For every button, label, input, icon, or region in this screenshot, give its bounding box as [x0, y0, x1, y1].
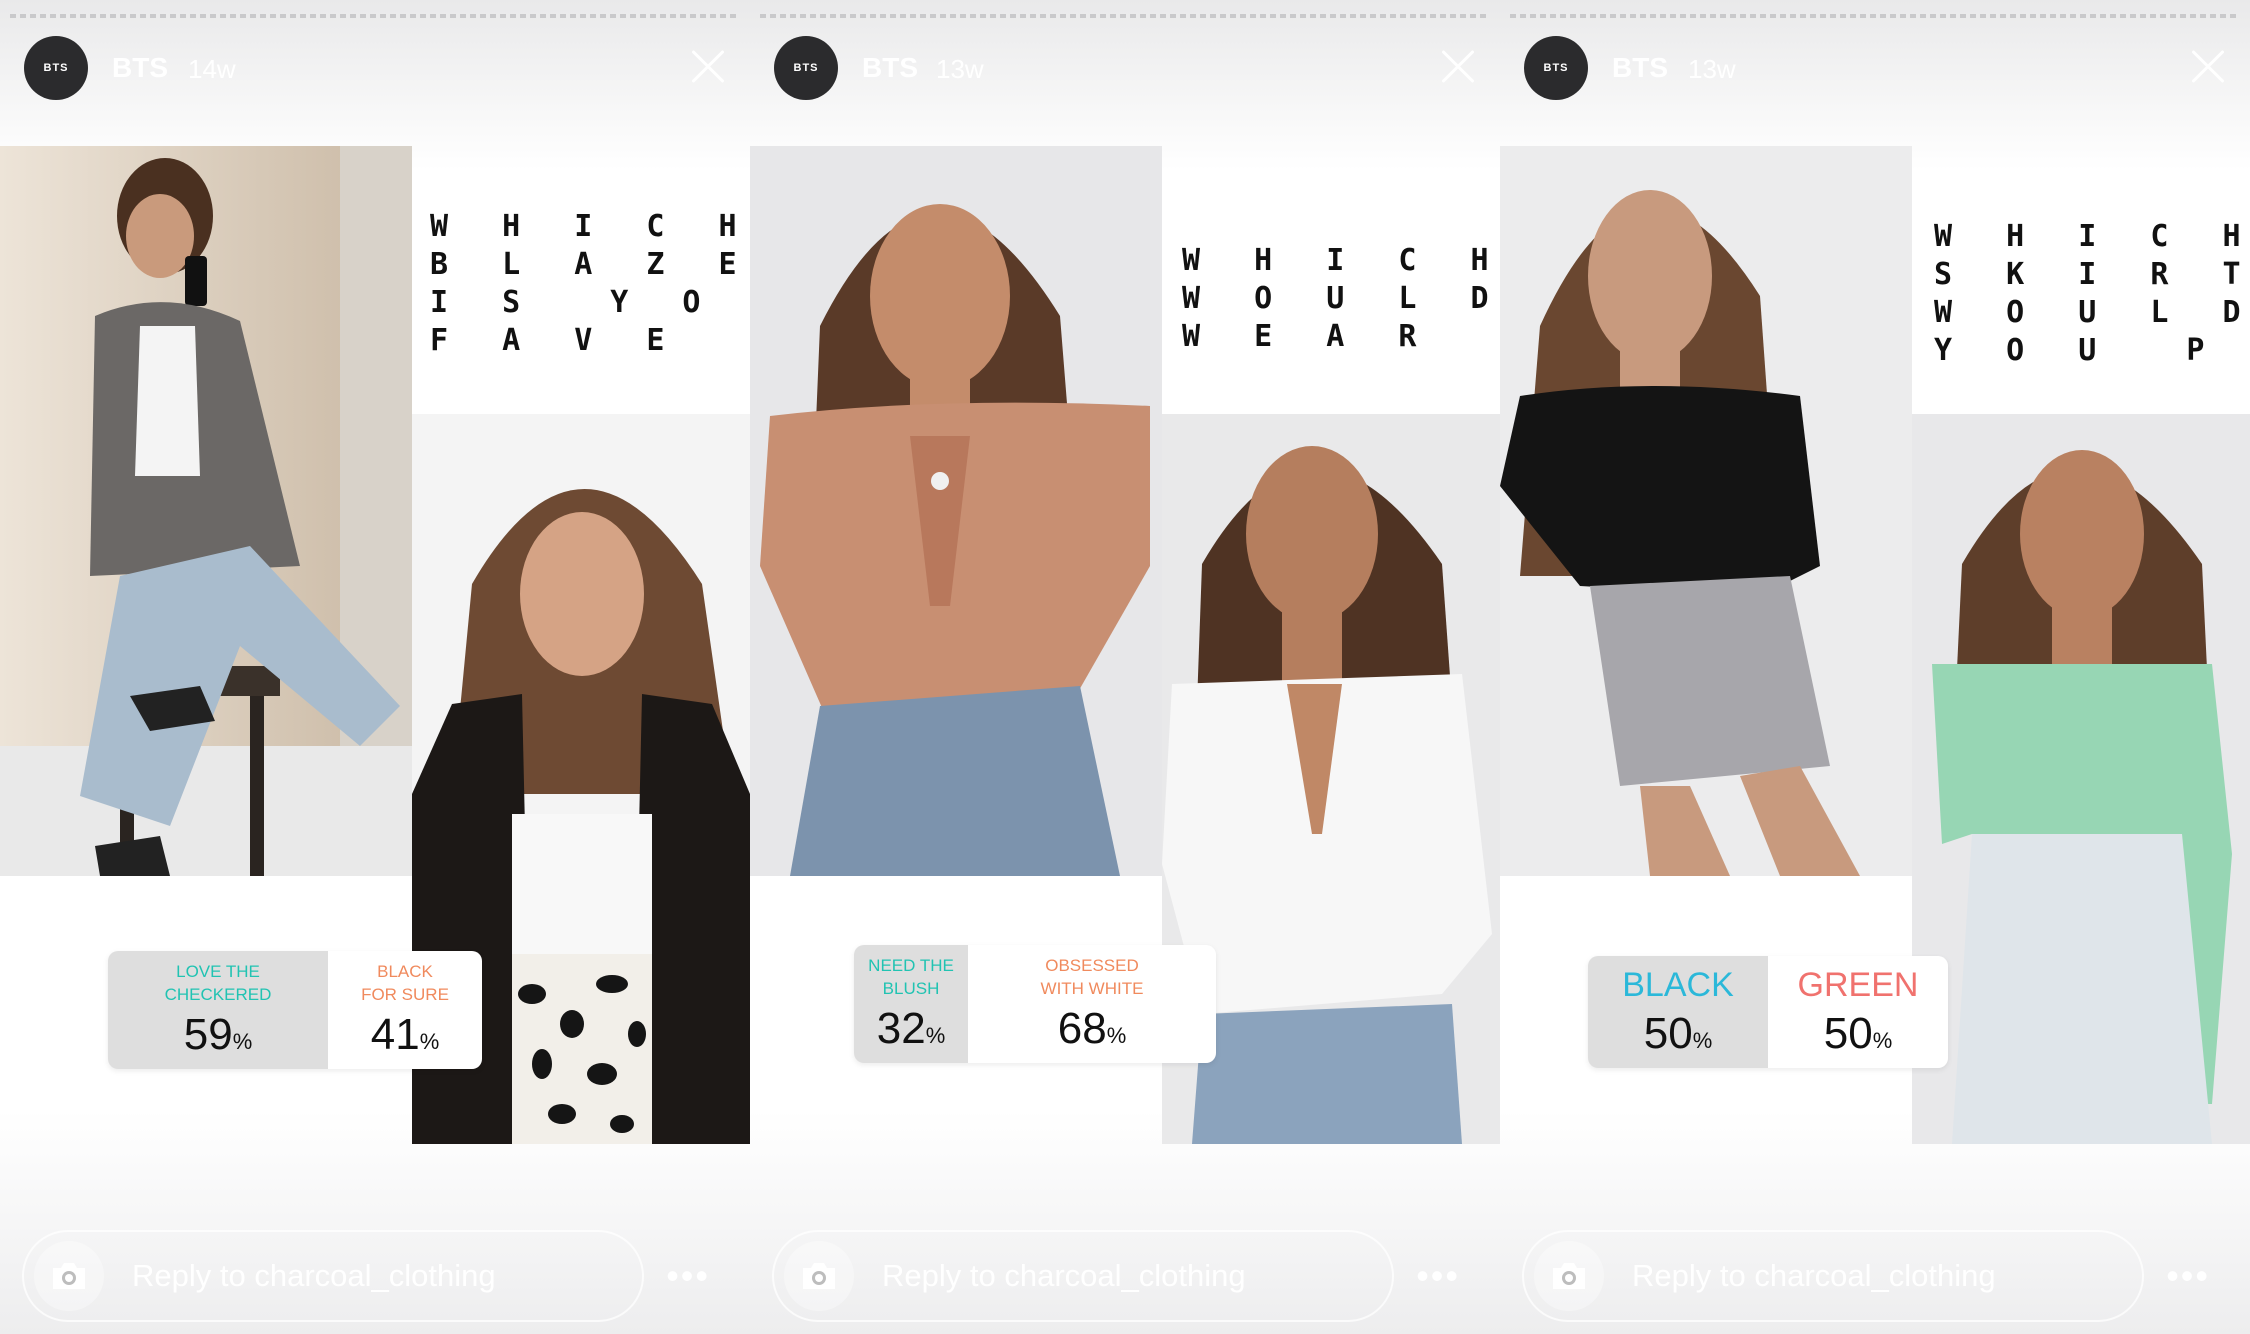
photo-checkered-blazer	[0, 146, 412, 876]
reply-field[interactable]: Reply to charcoal_clothing	[772, 1230, 1394, 1322]
username[interactable]: BTS	[862, 52, 918, 84]
poll-sticker[interactable]: NEED THE BLUSH 32% OBSESSED WITH WHITE 6…	[854, 945, 1216, 1063]
poll-option-1[interactable]: BLACK 50%	[1588, 956, 1768, 1068]
photo-black-skirt-outfit	[1500, 146, 1912, 876]
camera-icon[interactable]	[34, 1241, 104, 1311]
close-icon[interactable]	[1436, 44, 1480, 88]
more-options-icon[interactable]: •••	[666, 1255, 710, 1297]
photo-green-top-outfit	[1912, 414, 2250, 1144]
avatar[interactable]: BTS	[1524, 36, 1588, 100]
more-options-icon[interactable]: •••	[2166, 1255, 2210, 1297]
poll-option-percent: 68%	[1057, 1004, 1127, 1053]
poll-option-label: BLACK FOR SURE	[361, 962, 449, 1004]
story-panel-3[interactable]: W H I C H S K I R T W O U L D Y O U P I …	[1500, 0, 2250, 1334]
poll-sticker[interactable]: LOVE THE CHECKERED 59% BLACK FOR SURE 41…	[108, 951, 482, 1069]
poll-question: W H I C H B L A Z E R I S Y O U R F A V …	[430, 209, 750, 358]
story-age: 13w	[936, 54, 984, 84]
reply-placeholder: Reply to charcoal_clothing	[1632, 1258, 1996, 1293]
poll-option-percent: 59%	[183, 1010, 253, 1059]
camera-icon[interactable]	[1534, 1241, 1604, 1311]
poll-option-label: GREEN	[1797, 966, 1919, 1004]
poll-option-label: BLACK	[1622, 966, 1734, 1004]
close-icon[interactable]	[2186, 44, 2230, 88]
poll-option-percent: 50%	[1643, 1009, 1713, 1058]
progress-bar	[760, 14, 1490, 18]
reply-placeholder: Reply to charcoal_clothing	[132, 1258, 496, 1293]
poll-sticker[interactable]: BLACK 50% GREEN 50%	[1588, 956, 1948, 1068]
poll-option-percent: 50%	[1823, 1009, 1893, 1058]
progress-bar	[10, 14, 740, 18]
close-icon[interactable]	[686, 44, 730, 88]
avatar[interactable]: BTS	[24, 36, 88, 100]
poll-question: W H I C H T O P W O U L D Y O U W E A R …	[1182, 243, 1500, 354]
poll-option-2[interactable]: OBSESSED WITH WHITE 68%	[968, 945, 1216, 1063]
story-age: 13w	[1688, 54, 1736, 84]
reply-field[interactable]: Reply to charcoal_clothing	[22, 1230, 644, 1322]
avatar[interactable]: BTS	[774, 36, 838, 100]
story-panel-1[interactable]: W H I C H B L A Z E R I S Y O U R F A V …	[0, 0, 750, 1334]
story-panel-2[interactable]: W H I C H T O P W O U L D Y O U W E A R …	[750, 0, 1500, 1334]
poll-option-label: LOVE THE CHECKERED	[164, 962, 272, 1004]
reply-field[interactable]: Reply to charcoal_clothing	[1522, 1230, 2144, 1322]
poll-option-percent: 32%	[876, 1004, 946, 1053]
poll-option-1[interactable]: NEED THE BLUSH 32%	[854, 945, 968, 1063]
poll-option-label: NEED THE BLUSH	[868, 956, 954, 998]
camera-icon[interactable]	[784, 1241, 854, 1311]
more-options-icon[interactable]: •••	[1416, 1255, 1460, 1297]
poll-option-1[interactable]: LOVE THE CHECKERED 59%	[108, 951, 328, 1069]
poll-option-label: OBSESSED WITH WHITE	[1040, 956, 1144, 998]
poll-option-percent: 41%	[370, 1010, 440, 1059]
poll-option-2[interactable]: BLACK FOR SURE 41%	[328, 951, 482, 1069]
photo-blush-top	[750, 146, 1162, 876]
username[interactable]: BTS	[1612, 52, 1668, 84]
username[interactable]: BTS	[112, 52, 168, 84]
reply-placeholder: Reply to charcoal_clothing	[882, 1258, 1246, 1293]
story-age: 14w	[188, 54, 236, 84]
poll-option-2[interactable]: GREEN 50%	[1768, 956, 1948, 1068]
progress-bar	[1510, 14, 2240, 18]
poll-question: W H I C H S K I R T W O U L D Y O U P I …	[1934, 219, 2250, 368]
